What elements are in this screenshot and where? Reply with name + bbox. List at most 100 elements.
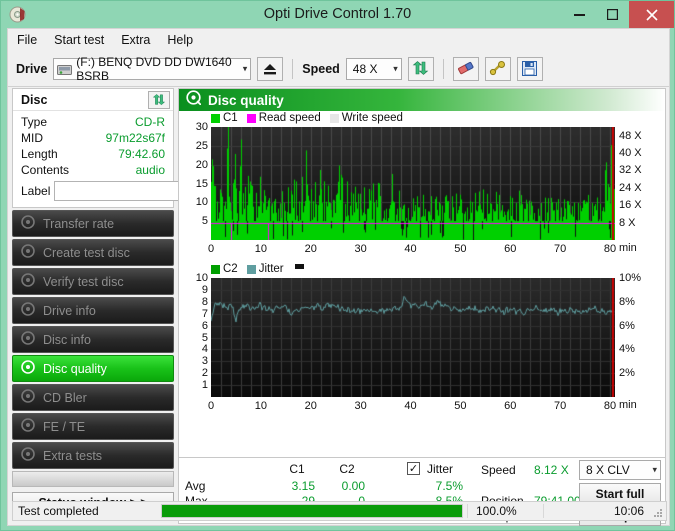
axis-tick-label: 20	[304, 243, 317, 255]
axis-tick-label: 3	[201, 355, 208, 368]
c2-jitter-plot-area[interactable]	[211, 278, 615, 397]
sidebar-item-label: CD Bler	[43, 390, 87, 405]
disc-icon	[21, 331, 35, 348]
refresh-button[interactable]	[407, 56, 434, 81]
axis-tick-label: 6	[201, 319, 208, 332]
client-area: File Start test Extra Help Drive (F:) BE…	[7, 28, 670, 526]
toolbar-divider	[442, 58, 444, 79]
disc-row-value: audio	[135, 163, 165, 177]
speed-value: 48 X	[352, 61, 378, 76]
disc-info-panel: Disc Type CD-R MID 97m22s67f Length 79:4…	[12, 88, 260, 208]
axis-tick-label: 50	[454, 243, 467, 255]
drive-select[interactable]: (F:) BENQ DVD DD DW1640 BSRB ▾	[53, 55, 252, 83]
write-speed-select[interactable]: 8 X CLV ▾	[579, 460, 661, 480]
sidebar-item-transfer-rate[interactable]: Transfer rate	[12, 210, 174, 237]
jitter-checkbox[interactable]: ✓	[407, 462, 420, 475]
stats-speed-label: Speed	[481, 463, 516, 477]
disc-row-value: 97m22s67f	[105, 131, 165, 145]
menu-bar: File Start test Extra Help	[8, 29, 669, 51]
axis-tick-label: 10	[195, 272, 208, 284]
sidebar-item-disc-info[interactable]: Disc info	[12, 326, 174, 353]
resize-grip[interactable]	[653, 507, 663, 517]
legend-item-c1: C1	[211, 112, 238, 124]
axis-tick-label: 30	[354, 400, 367, 412]
disc-quality-icon	[186, 90, 202, 110]
main-panel-title: Disc quality	[208, 92, 284, 108]
axis-tick-label: 40	[404, 400, 417, 412]
erase-button[interactable]	[452, 56, 479, 81]
c1-plot-area[interactable]	[211, 127, 615, 240]
axis-tick-label: 10	[195, 196, 208, 209]
axis-tick-label: 48 X	[619, 129, 642, 142]
axis-tick-label: 16 X	[619, 199, 642, 212]
disc-icon	[9, 6, 26, 23]
axis-tick-label: 15	[195, 177, 208, 190]
speed-select[interactable]: 48 X ▾	[345, 57, 402, 80]
disc-row-key: Length	[21, 147, 58, 161]
axis-tick-label: 2%	[619, 367, 635, 380]
c2-jitter-chart: C2 Jitter 1 2 3 4 5 6 7 8 9 10 2% 4% 6% 8% 10% 0 10 20 3…	[179, 263, 665, 413]
axis-tick-label: 25	[195, 139, 208, 152]
legend-label-c2: C2	[223, 263, 238, 275]
tools-button[interactable]	[484, 56, 511, 81]
sidebar-item-label: Transfer rate	[43, 216, 115, 231]
legend-swatch-extra	[294, 263, 304, 269]
menu-item-start-test[interactable]: Start test	[54, 31, 113, 49]
axis-tick-label: 6%	[619, 319, 635, 332]
axis-tick-label: 30	[195, 121, 208, 133]
disc-row-key: Contents	[21, 163, 70, 177]
sidebar: Disc Type CD-R MID 97m22s67f Length 79:4…	[12, 88, 260, 524]
chevron-down-icon: ▾	[393, 63, 398, 73]
eject-button[interactable]	[257, 56, 284, 81]
axis-tick-label: 32 X	[619, 164, 642, 177]
legend-item-write-speed: Write speed	[329, 112, 403, 124]
sidebar-item-cd-bler[interactable]: CD Bler	[12, 384, 174, 411]
disc-icon	[21, 215, 35, 232]
c1-chart-legend: C1 Read speed Write speed	[211, 112, 408, 124]
close-button[interactable]	[629, 1, 674, 28]
main-panel-header: Disc quality	[179, 89, 665, 111]
disc-icon	[21, 389, 35, 406]
chevron-down-icon: ▾	[652, 464, 657, 475]
axis-tick-label: 0	[207, 400, 215, 412]
sidebar-item-disc-quality[interactable]: Disc quality	[12, 355, 174, 382]
main-panel: Disc quality C1 Read speed Write speed 5…	[178, 88, 666, 526]
legend-swatch-jitter	[246, 264, 256, 274]
menu-item-help[interactable]: Help	[167, 31, 202, 49]
sidebar-item-drive-info[interactable]: Drive info	[12, 297, 174, 324]
sidebar-item-extra-tests[interactable]: Extra tests	[12, 442, 174, 469]
sidebar-item-label: Create test disc	[43, 245, 130, 260]
legend-label-jitter: Jitter	[258, 263, 284, 275]
axis-tick-label: 50	[454, 400, 467, 412]
disc-label-row: Label	[13, 178, 260, 201]
c1-chart: C1 Read speed Write speed 5 10 15 20 25 …	[179, 111, 665, 263]
status-text: Test completed	[18, 504, 99, 518]
minimize-button[interactable]	[563, 1, 596, 28]
menu-item-extra[interactable]: Extra	[121, 31, 159, 49]
drive-icon	[57, 62, 73, 80]
axis-tick-label: 7	[201, 307, 208, 320]
legend-swatch-c1	[211, 113, 220, 123]
axis-tick-label: 5	[201, 331, 208, 344]
sidebar-item-create-test-disc[interactable]: Create test disc	[12, 239, 174, 266]
disc-refresh-button[interactable]	[148, 90, 170, 109]
sidebar-item-fe-te[interactable]: FE / TE	[12, 413, 174, 440]
axis-tick-label: 20	[195, 158, 208, 171]
sidebar-item-verify-test-disc[interactable]: Verify test disc	[12, 268, 174, 295]
legend-label-write-speed: Write speed	[341, 112, 403, 124]
disc-icon	[21, 447, 35, 464]
disc-row-mid: MID 97m22s67f	[13, 130, 173, 146]
disc-icon	[21, 418, 35, 435]
chevron-down-icon: ▾	[242, 63, 248, 73]
menu-item-file[interactable]: File	[17, 31, 46, 49]
status-bar: Test completed 100.0% 10:06	[12, 501, 667, 521]
axis-tick-label: 80	[603, 400, 617, 412]
progress-percent: 100.0%	[467, 504, 543, 518]
body-area: Disc Type CD-R MID 97m22s67f Length 79:4…	[8, 87, 669, 527]
disc-icon	[21, 302, 35, 319]
maximize-button[interactable]	[596, 1, 629, 28]
stats-row-avg-label: Avg	[185, 479, 206, 493]
axis-tick-label: 1	[201, 379, 208, 392]
save-button[interactable]	[516, 56, 543, 81]
axis-tick-label: 24 X	[619, 181, 642, 194]
